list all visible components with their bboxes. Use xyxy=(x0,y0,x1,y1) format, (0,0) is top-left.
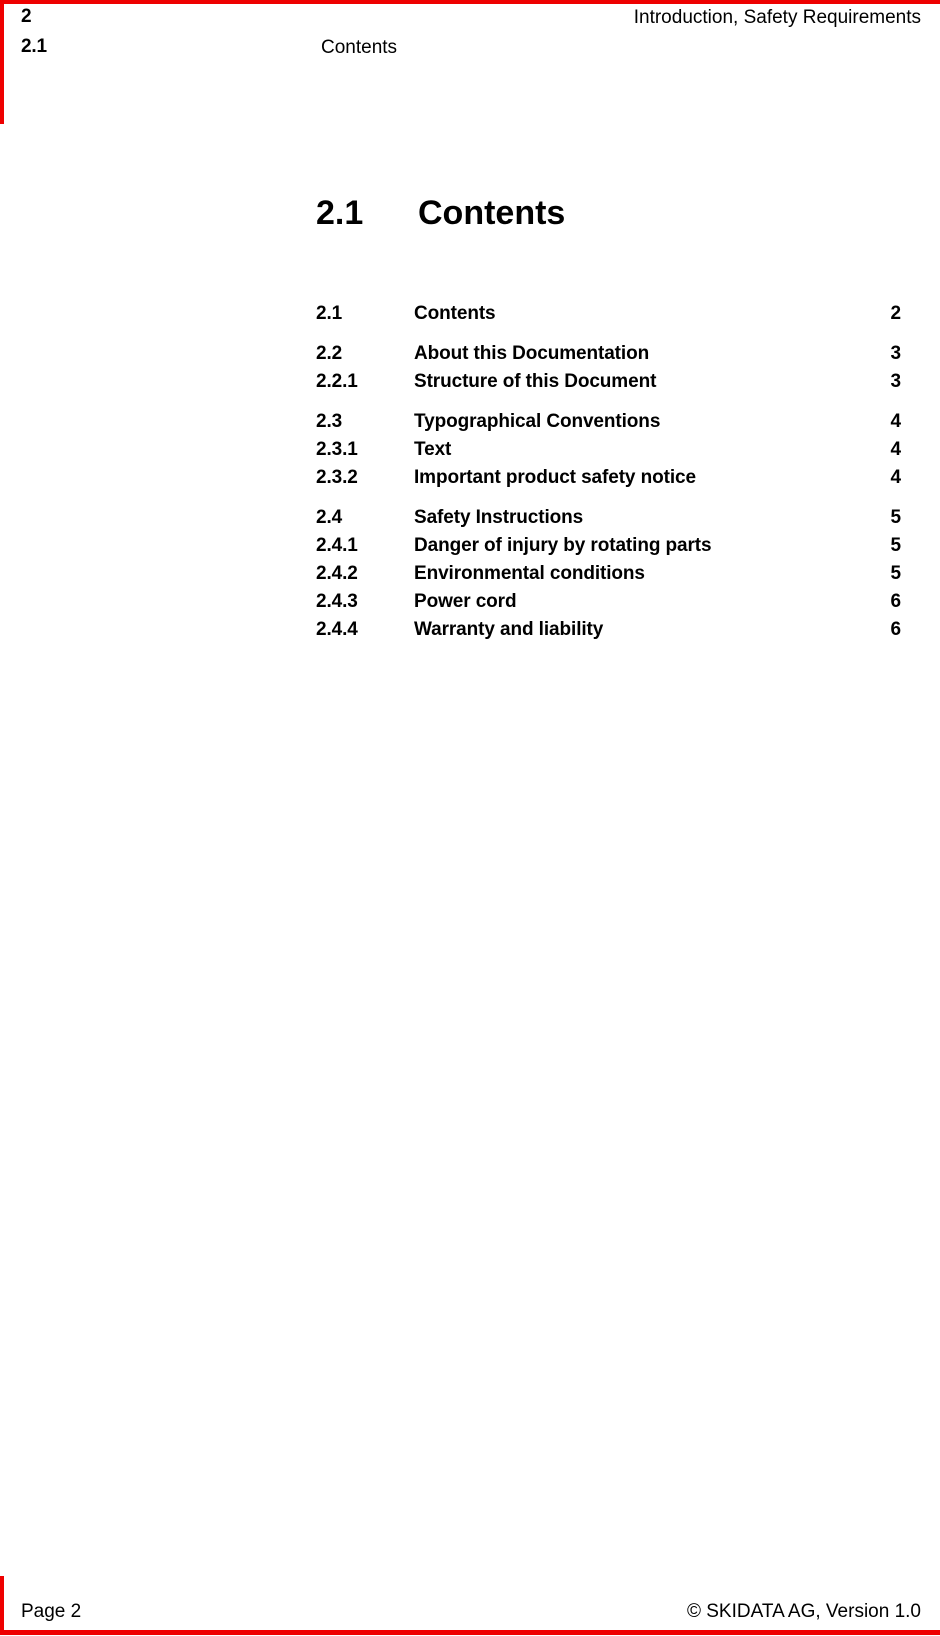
running-header: 2 Introduction, Safety Requirements 2.1 … xyxy=(0,0,940,124)
toc-entry[interactable]: 2.4.4 Warranty and liability 6 xyxy=(316,619,901,647)
toc-entry-number: 2.4.1 xyxy=(316,535,358,556)
toc-entry-title: Danger of injury by rotating parts xyxy=(414,535,712,556)
toc-entry[interactable]: 2.3.1 Text 4 xyxy=(316,439,901,467)
toc-entry[interactable]: 2.2 About this Documentation 3 xyxy=(316,343,901,371)
toc-entry-page: 6 xyxy=(890,619,902,640)
toc-entry[interactable]: 2.3.2 Important product safety notice 4 xyxy=(316,467,901,495)
header-chapter-title: Introduction, Safety Requirements xyxy=(633,7,921,28)
page-title-text: Contents xyxy=(418,194,566,232)
toc-entry-number: 2.1 xyxy=(316,303,343,324)
table-of-contents: 2.1 Contents 2 2.2 About this Documentation 3… xyxy=(316,303,901,647)
toc-entry-page: 5 xyxy=(890,535,902,556)
toc-entry-page: 3 xyxy=(890,371,902,392)
toc-entry-page: 6 xyxy=(890,591,902,612)
toc-entry-number: 2.4.3 xyxy=(316,591,358,612)
toc-entry-title: Text xyxy=(414,439,452,460)
toc-entry-page: 4 xyxy=(890,439,902,460)
toc-entry[interactable]: 2.1 Contents 2 xyxy=(316,303,901,331)
header-chapter-number: 2 xyxy=(21,6,32,27)
running-footer: Page 2 © SKIDATA AG, Version 1.0 xyxy=(0,1576,940,1634)
toc-entry-page: 5 xyxy=(890,507,902,528)
footer-copyright: © SKIDATA AG, Version 1.0 xyxy=(686,1601,921,1622)
toc-entry-title: Warranty and liability xyxy=(414,619,604,640)
header-section-number: 2.1 xyxy=(21,36,47,57)
toc-entry-number: 2.4.2 xyxy=(316,563,358,584)
page-title-number: 2.1 xyxy=(316,194,364,232)
toc-entry-title: Contents xyxy=(414,303,496,324)
toc-entry[interactable]: 2.4.1 Danger of injury by rotating parts 5 xyxy=(316,535,901,563)
toc-entry[interactable]: 2.4.3 Power cord 6 xyxy=(316,591,901,619)
toc-entry-page: 2 xyxy=(890,303,902,324)
toc-entry-title: Power cord xyxy=(414,591,517,612)
toc-entry-page: 5 xyxy=(890,563,902,584)
toc-entry-title: Important product safety notice xyxy=(414,467,696,488)
toc-entry-number: 2.4.4 xyxy=(316,619,358,640)
toc-entry-number: 2.3.1 xyxy=(316,439,358,460)
toc-entry-number: 2.3 xyxy=(316,411,343,432)
toc-entry-page: 4 xyxy=(890,411,902,432)
toc-entry-title: Structure of this Document xyxy=(414,371,657,392)
toc-entry-title: About this Documentation xyxy=(414,343,650,364)
toc-entry[interactable]: 2.4 Safety Instructions 5 xyxy=(316,507,901,535)
document-page: 2 Introduction, Safety Requirements 2.1 … xyxy=(0,0,940,1636)
toc-entry-title: Typographical Conventions xyxy=(414,411,661,432)
footer-page-number: Page 2 xyxy=(21,1601,82,1622)
toc-entry-number: 2.2.1 xyxy=(316,371,358,392)
toc-entry-number: 2.2 xyxy=(316,343,343,364)
toc-entry-number: 2.4 xyxy=(316,507,343,528)
toc-entry[interactable]: 2.2.1 Structure of this Document 3 xyxy=(316,371,901,399)
toc-entry-page: 3 xyxy=(890,343,902,364)
toc-entry-title: Safety Instructions xyxy=(414,507,584,528)
toc-entry[interactable]: 2.4.2 Environmental conditions 5 xyxy=(316,563,901,591)
toc-entry-page: 4 xyxy=(890,467,902,488)
page-title: 2.1 Contents xyxy=(316,194,565,233)
toc-entry-title: Environmental conditions xyxy=(414,563,645,584)
toc-entry[interactable]: 2.3 Typographical Conventions 4 xyxy=(316,411,901,439)
toc-entry-number: 2.3.2 xyxy=(316,467,358,488)
header-section-title: Contents xyxy=(321,37,398,58)
